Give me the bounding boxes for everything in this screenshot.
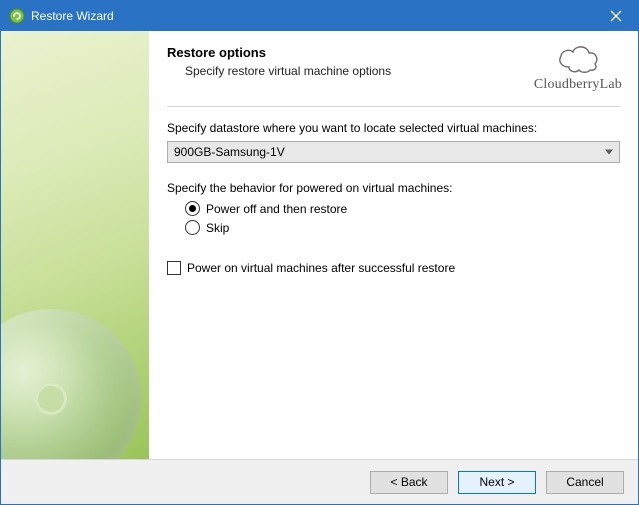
datastore-select[interactable] xyxy=(167,141,620,163)
behavior-label: Specify the behavior for powered on virt… xyxy=(167,181,620,195)
behavior-radio-group: Power off and then restore Skip xyxy=(185,201,620,235)
disc-graphic-icon xyxy=(1,309,141,459)
content-pane: CloudberryLab Restore options Specify re… xyxy=(149,31,638,459)
radio-skip-label: Skip xyxy=(206,221,229,235)
back-button[interactable]: < Back xyxy=(370,471,448,494)
window-title: Restore Wizard xyxy=(31,9,594,23)
brand-name: CloudberryLab xyxy=(534,77,622,93)
datastore-select-wrap xyxy=(167,141,620,163)
close-icon xyxy=(610,10,622,22)
cancel-button[interactable]: Cancel xyxy=(546,471,624,494)
datastore-label: Specify datastore where you want to loca… xyxy=(167,121,620,135)
wizard-body: CloudberryLab Restore options Specify re… xyxy=(1,31,638,459)
power-on-after-row: Power on virtual machines after successf… xyxy=(167,261,620,275)
wizard-footer: < Back Next > Cancel xyxy=(1,459,638,504)
divider xyxy=(167,106,620,107)
sidebar-graphic xyxy=(1,31,149,459)
close-button[interactable] xyxy=(594,1,638,31)
radio-row-power-off: Power off and then restore xyxy=(185,201,620,216)
power-on-after-label: Power on virtual machines after successf… xyxy=(187,261,455,275)
radio-power-off[interactable] xyxy=(185,201,200,216)
power-on-after-checkbox[interactable] xyxy=(167,261,181,275)
brand-logo: CloudberryLab xyxy=(534,41,622,93)
titlebar: Restore Wizard xyxy=(1,1,638,31)
cloud-icon xyxy=(554,41,602,75)
next-button[interactable]: Next > xyxy=(458,471,536,494)
radio-skip[interactable] xyxy=(185,220,200,235)
radio-power-off-label: Power off and then restore xyxy=(206,202,347,216)
restore-wizard-window: Restore Wizard CloudberryLab Restore opt… xyxy=(0,0,639,505)
app-icon xyxy=(9,8,25,24)
radio-row-skip: Skip xyxy=(185,220,620,235)
